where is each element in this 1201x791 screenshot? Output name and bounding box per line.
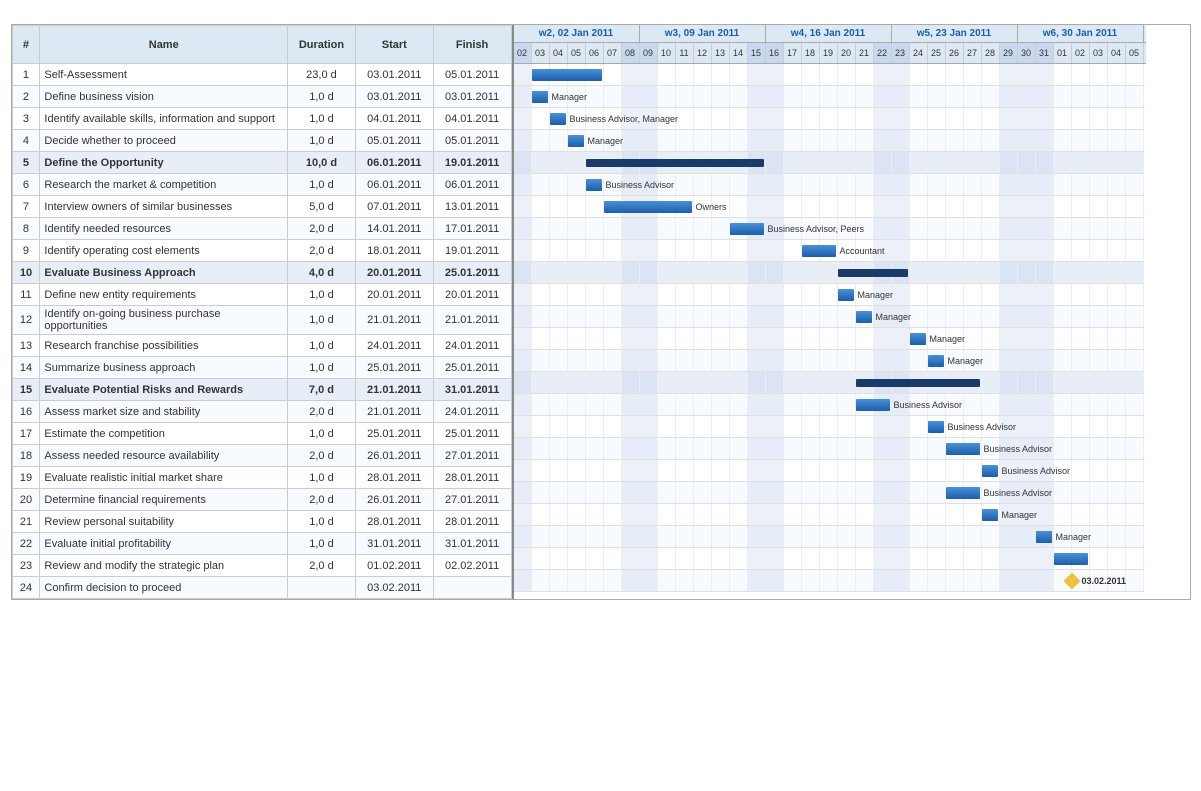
day-header-cell: 12 [694,43,712,63]
day-header-cell: 24 [910,43,928,63]
table-row: 23 Review and modify the strategic plan … [12,555,511,577]
week-header-cell: w6, 30 Jan 2011 [1018,25,1144,42]
table-row: 24 Confirm decision to proceed 03.02.201… [12,577,511,599]
table-row: 12 Identify on-going business purchase o… [12,306,511,335]
table-row: 8 Identify needed resources 2,0 d 14.01.… [12,218,511,240]
table-row: 7 Interview owners of similar businesses… [12,196,511,218]
day-header-cell: 10 [658,43,676,63]
table-row: 19 Evaluate realistic initial market sha… [12,467,511,489]
table-row: 17 Estimate the competition 1,0 d 25.01.… [12,423,511,445]
day-header-cell: 17 [784,43,802,63]
gantt-row: Manager [514,504,1144,526]
week-header-cell: w2, 02 Jan 2011 [514,25,640,42]
day-header-cell: 27 [964,43,982,63]
gantt-row [514,262,1144,284]
gantt-row: Business Advisor, Manager [514,108,1144,130]
gantt-row: Business Advisor [514,460,1144,482]
day-header-cell: 07 [604,43,622,63]
table-row: 11 Define new entity requirements 1,0 d … [12,284,511,306]
day-header-cell: 30 [1018,43,1036,63]
day-header-cell: 26 [946,43,964,63]
table-row: 5 Define the Opportunity 10,0 d 06.01.20… [12,152,511,174]
day-header-cell: 28 [982,43,1000,63]
table-row: 16 Assess market size and stability 2,0 … [12,401,511,423]
gantt-row: Manager [514,350,1144,372]
gantt-row [514,64,1144,86]
gantt-row [514,548,1144,570]
day-header-cell: 16 [766,43,784,63]
gantt-row: Business Advisor [514,174,1144,196]
day-header-cell: 04 [550,43,568,63]
gantt-row: Manager [514,130,1144,152]
day-header-cell: 03 [1090,43,1108,63]
day-header-cell: 08 [622,43,640,63]
col-header-name: Name [40,26,288,64]
day-header-cell: 15 [748,43,766,63]
gantt-row: Business Advisor [514,394,1144,416]
day-header-cell: 01 [1054,43,1072,63]
gantt-row: Owners [514,196,1144,218]
day-header-cell: 25 [928,43,946,63]
table-row: 21 Review personal suitability 1,0 d 28.… [12,511,511,533]
gantt-row: Business Advisor [514,416,1144,438]
day-header-cell: 06 [586,43,604,63]
table-row: 13 Research franchise possibilities 1,0 … [12,335,511,357]
day-header-cell: 03 [532,43,550,63]
day-header-cell: 20 [838,43,856,63]
table-row: 14 Summarize business approach 1,0 d 25.… [12,357,511,379]
page-title [11,0,1191,24]
day-header-cell: 02 [1072,43,1090,63]
col-header-num: # [12,26,40,64]
gantt-row: Manager [514,284,1144,306]
gantt-row: Accountant [514,240,1144,262]
day-header-cell: 05 [1126,43,1144,63]
week-header-cell: w5, 23 Jan 2011 [892,25,1018,42]
day-header-cell: 31 [1036,43,1054,63]
table-row: 4 Decide whether to proceed 1,0 d 05.01.… [12,130,511,152]
gantt-row: Manager [514,86,1144,108]
day-header-cell: 09 [640,43,658,63]
gantt-chart: w2, 02 Jan 2011w3, 09 Jan 2011w4, 16 Jan… [514,25,1146,599]
gantt-row: Business Advisor, Peers [514,218,1144,240]
gantt-row: 03.02.2011 [514,570,1144,592]
gantt-row [514,152,1144,174]
day-header-cell: 29 [1000,43,1018,63]
day-header-cell: 04 [1108,43,1126,63]
day-header-cell: 22 [874,43,892,63]
day-header-cell: 21 [856,43,874,63]
gantt-row: Business Advisor [514,438,1144,460]
col-header-duration: Duration [288,26,356,64]
table-row: 22 Evaluate initial profitability 1,0 d … [12,533,511,555]
table-row: 6 Research the market & competition 1,0 … [12,174,511,196]
week-header-cell: w3, 09 Jan 2011 [640,25,766,42]
table-row: 20 Determine financial requirements 2,0 … [12,489,511,511]
day-header-cell: 11 [676,43,694,63]
gantt-row: Manager [514,328,1144,350]
day-header-cell: 02 [514,43,532,63]
task-table: # Name Duration Start Finish 1 Self-Asse… [12,25,514,599]
week-header-cell: w4, 16 Jan 2011 [766,25,892,42]
col-header-finish: Finish [433,26,511,64]
day-header-cell: 18 [802,43,820,63]
gantt-row: Business Advisor [514,482,1144,504]
day-header-cell: 19 [820,43,838,63]
table-row: 9 Identify operating cost elements 2,0 d… [12,240,511,262]
day-header-cell: 13 [712,43,730,63]
table-row: 18 Assess needed resource availability 2… [12,445,511,467]
day-header-cell: 14 [730,43,748,63]
table-row: 15 Evaluate Potential Risks and Rewards … [12,379,511,401]
day-header-cell: 23 [892,43,910,63]
col-header-start: Start [355,26,433,64]
table-row: 10 Evaluate Business Approach 4,0 d 20.0… [12,262,511,284]
gantt-row [514,372,1144,394]
table-row: 1 Self-Assessment 23,0 d 03.01.2011 05.0… [12,64,511,86]
gantt-row: Manager [514,306,1144,328]
table-row: 3 Identify available skills, information… [12,108,511,130]
day-header-cell: 05 [568,43,586,63]
gantt-row: Manager [514,526,1144,548]
table-row: 2 Define business vision 1,0 d 03.01.201… [12,86,511,108]
